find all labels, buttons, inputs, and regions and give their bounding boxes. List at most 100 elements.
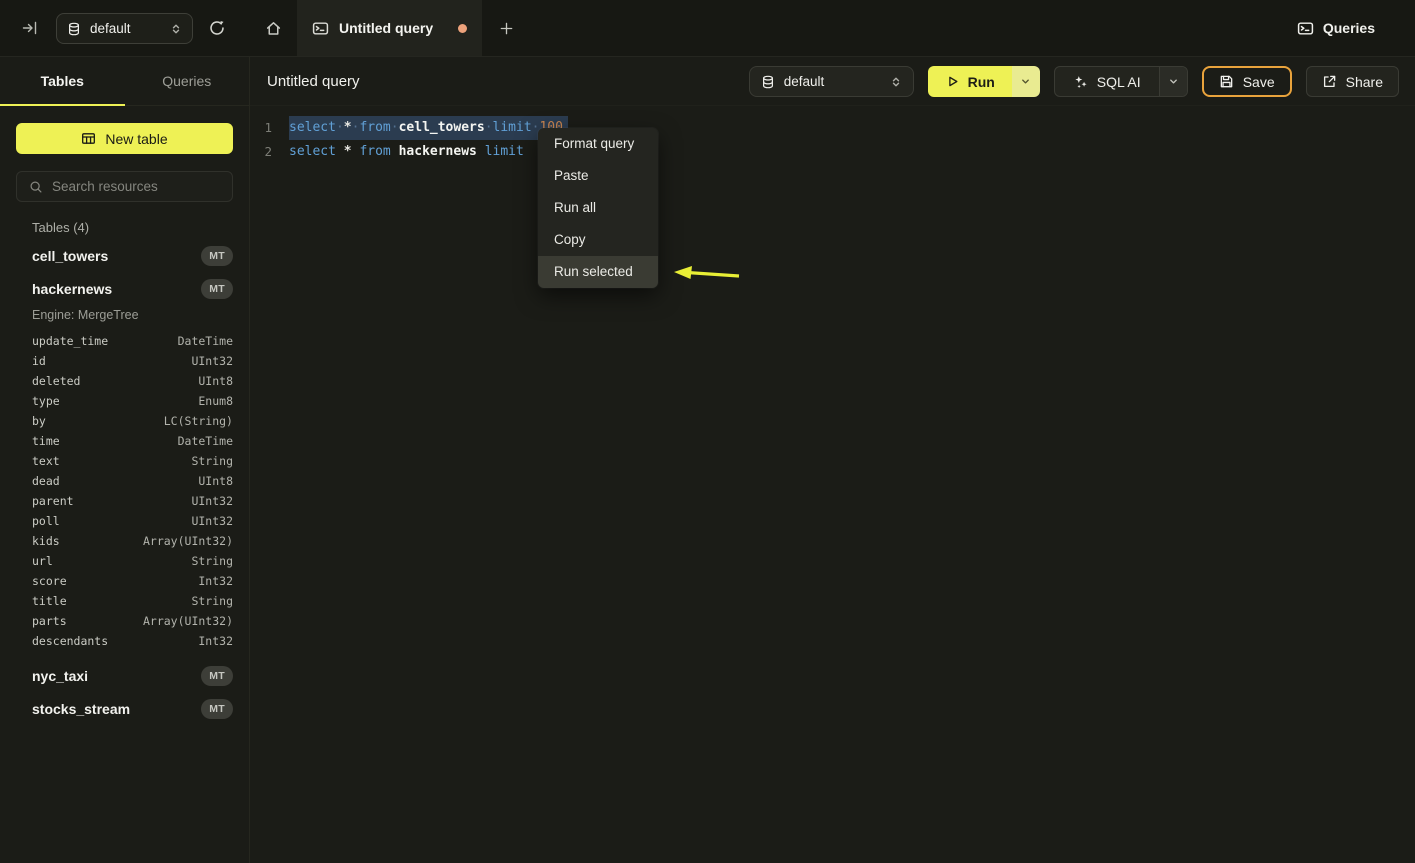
column-row: dead UInt8 xyxy=(0,471,249,491)
column-name: type xyxy=(32,394,60,408)
new-table-button[interactable]: New table xyxy=(16,123,233,154)
table-name: nyc_taxi xyxy=(32,668,88,684)
column-type: UInt32 xyxy=(191,494,233,508)
sidebar-tab-label: Queries xyxy=(162,73,211,89)
column-row: parent UInt32 xyxy=(0,491,249,511)
menu-item-run-selected[interactable]: Run selected xyxy=(538,256,658,288)
token-space xyxy=(336,144,344,159)
topbar-database-selector[interactable]: default xyxy=(56,13,193,44)
top-bar: default Untitled query Qu xyxy=(0,0,1415,57)
menu-item-format-query[interactable]: Format query xyxy=(538,128,658,160)
table-name: stocks_stream xyxy=(32,701,130,717)
database-icon xyxy=(761,75,775,89)
sql-ai-dropdown-button[interactable] xyxy=(1159,67,1187,96)
query-header: Untitled query default Run xyxy=(250,57,1415,106)
home-tab[interactable] xyxy=(250,0,297,56)
column-row: descendantsInt32 xyxy=(0,631,249,651)
share-icon xyxy=(1322,74,1337,89)
column-type: UInt32 xyxy=(191,354,233,368)
sql-ai-button-group: SQL AI xyxy=(1054,66,1188,97)
column-name: update_time xyxy=(32,334,108,348)
column-type: LC(String) xyxy=(164,414,233,428)
column-name: dead xyxy=(32,474,60,488)
table-row-stocks_stream[interactable]: stocks_streamMT xyxy=(0,692,249,725)
column-name: text xyxy=(32,454,60,468)
sidebar-tabs: Tables Queries xyxy=(0,57,249,106)
token-keyword: select xyxy=(289,120,336,135)
search-input[interactable] xyxy=(52,179,220,194)
token-space: · xyxy=(336,120,344,135)
column-name: parent xyxy=(32,494,74,508)
code-line-1[interactable]: 1select·*·from·cell_towers·limit·100 xyxy=(250,116,1415,140)
line-number: 1 xyxy=(250,116,272,140)
column-type: UInt8 xyxy=(198,374,233,388)
query-title: Untitled query xyxy=(267,57,360,106)
column-name: time xyxy=(32,434,60,448)
column-name: url xyxy=(32,554,53,568)
table-row-nyc_taxi[interactable]: nyc_taxiMT xyxy=(0,659,249,692)
column-type: Int32 xyxy=(198,634,233,648)
column-row: update_time DateTime xyxy=(0,331,249,351)
chevron-updown-icon xyxy=(170,23,182,35)
code-line-2[interactable]: 2select * from hackernews limit xyxy=(250,140,1415,164)
tables-section-title: Tables (4) xyxy=(32,218,89,238)
column-type: UInt8 xyxy=(198,474,233,488)
token-keyword: limit xyxy=(493,120,532,135)
tab-untitled-query[interactable]: Untitled query xyxy=(297,0,482,56)
database-selector-value: default xyxy=(90,21,131,36)
save-button[interactable]: Save xyxy=(1202,66,1292,97)
column-name: title xyxy=(32,594,67,608)
tables-list: cell_towersMThackernewsMTEngine: MergeTr… xyxy=(0,239,249,725)
menu-item-paste[interactable]: Paste xyxy=(538,160,658,192)
table-row-cell_towers[interactable]: cell_towersMT xyxy=(0,239,249,272)
column-name: score xyxy=(32,574,67,588)
token-space: · xyxy=(391,120,399,135)
column-row: score Int32 xyxy=(0,571,249,591)
sidebar-tab-queries[interactable]: Queries xyxy=(125,57,250,105)
token-table: hackernews xyxy=(399,144,477,159)
token-table: cell_towers xyxy=(399,120,485,135)
token-operator: * xyxy=(344,144,352,159)
column-row: text String xyxy=(0,451,249,471)
new-table-label: New table xyxy=(105,131,167,147)
chevron-down-icon xyxy=(1168,76,1179,87)
column-row: urlString xyxy=(0,551,249,571)
table-row-hackernews[interactable]: hackernewsMT xyxy=(0,272,249,305)
query-database-selector[interactable]: default xyxy=(749,66,914,97)
column-type: Int32 xyxy=(198,574,233,588)
collapse-sidebar-icon[interactable] xyxy=(22,20,38,36)
code-editor[interactable]: 1select·*·from·cell_towers·limit·1002sel… xyxy=(250,107,1415,863)
column-type: Enum8 xyxy=(198,394,233,408)
database-icon xyxy=(67,22,81,36)
save-label: Save xyxy=(1243,74,1275,90)
column-row: idUInt32 xyxy=(0,351,249,371)
column-name: by xyxy=(32,414,46,428)
run-dropdown-button[interactable] xyxy=(1012,66,1040,97)
sidebar-tab-tables[interactable]: Tables xyxy=(0,57,125,105)
column-type: String xyxy=(191,454,233,468)
sidebar: Tables Queries New table Tables (4) cell… xyxy=(0,57,250,863)
run-label: Run xyxy=(968,74,995,90)
table-name: hackernews xyxy=(32,281,112,297)
column-name: kids xyxy=(32,534,60,548)
share-button[interactable]: Share xyxy=(1306,66,1399,97)
menu-item-run-all[interactable]: Run all xyxy=(538,192,658,224)
run-button[interactable]: Run xyxy=(928,66,1012,97)
column-row: titleString xyxy=(0,591,249,611)
code-text: select * from hackernews limit xyxy=(289,140,532,164)
refresh-icon[interactable] xyxy=(208,19,226,37)
sql-ai-button[interactable]: SQL AI xyxy=(1055,67,1159,96)
database-selector-value: default xyxy=(784,74,825,89)
share-label: Share xyxy=(1346,74,1383,90)
menu-item-copy[interactable]: Copy xyxy=(538,224,658,256)
run-button-group: Run xyxy=(928,66,1040,97)
new-tab-button[interactable] xyxy=(482,0,531,56)
column-row: partsArray(UInt32) xyxy=(0,611,249,631)
column-row: type Enum8 xyxy=(0,391,249,411)
engine-label: Engine: MergeTree xyxy=(0,305,249,325)
column-name: parts xyxy=(32,614,67,628)
table-grid-icon xyxy=(81,131,96,146)
play-icon xyxy=(945,74,960,89)
column-type: DateTime xyxy=(178,334,233,348)
queries-button[interactable]: Queries xyxy=(1297,0,1375,56)
